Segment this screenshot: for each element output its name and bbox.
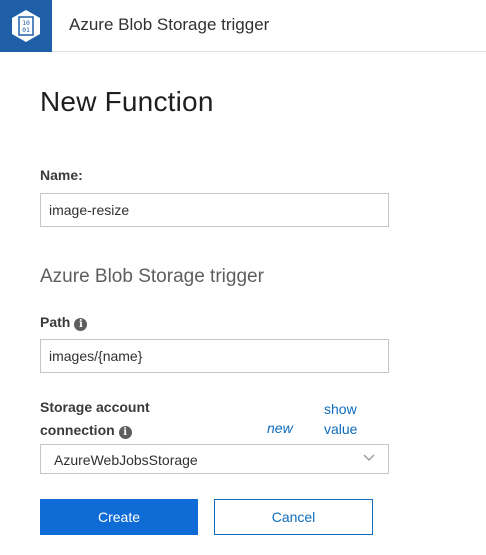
storage-label-line1: Storage account: [40, 399, 150, 415]
create-button[interactable]: Create: [40, 499, 198, 535]
storage-account-value: AzureWebJobsStorage: [54, 452, 198, 468]
cancel-button[interactable]: Cancel: [214, 499, 373, 535]
storage-label-line2-row: connection i: [40, 419, 150, 442]
name-label: Name:: [40, 167, 83, 183]
path-input[interactable]: [40, 339, 389, 373]
info-icon[interactable]: i: [74, 318, 88, 331]
show-value-line1: show: [324, 401, 357, 417]
path-label: Path: [40, 314, 71, 330]
path-label-row: Path i: [40, 314, 88, 331]
blob-binary-icon: 10 01: [12, 10, 40, 42]
show-value-link[interactable]: show value: [324, 399, 357, 439]
header-title: Azure Blob Storage trigger: [69, 15, 270, 34]
storage-account-select[interactable]: AzureWebJobsStorage: [40, 444, 389, 474]
blob-storage-icon: 10 01: [0, 0, 52, 52]
storage-label-line2: connection: [40, 422, 115, 438]
page-title: New Function: [40, 86, 214, 117]
section-title: Azure Blob Storage trigger: [40, 266, 264, 287]
chevron-down-icon: [363, 454, 375, 462]
show-value-line2: value: [324, 421, 358, 437]
storage-connection-label: Storage account connection i: [40, 396, 150, 442]
svg-text:01: 01: [22, 26, 30, 34]
info-icon[interactable]: i: [118, 426, 132, 439]
new-connection-link[interactable]: new: [267, 420, 293, 436]
name-input[interactable]: [40, 193, 389, 227]
blade-header: 10 01 Azure Blob Storage trigger: [0, 0, 486, 52]
